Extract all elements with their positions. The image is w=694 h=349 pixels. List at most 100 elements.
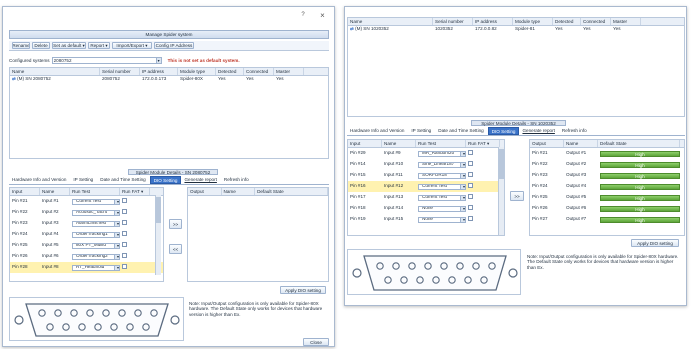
- table-row[interactable]: Pin #18 Input #14 None ▾: [348, 203, 504, 214]
- run-test-select[interactable]: None ▾: [418, 216, 466, 223]
- output-name-cell: Output #2: [566, 161, 587, 167]
- run-test-cell: None ▾: [416, 216, 466, 223]
- table-row[interactable]: ⇌ (M) SN 1020352 1020352 172.0.0.82 Spid…: [348, 26, 684, 33]
- tab-refresh-info[interactable]: Refresh info: [559, 127, 591, 135]
- close-icon[interactable]: ×: [318, 11, 327, 20]
- input-name-cell: Input #2: [42, 209, 59, 215]
- move-right-button[interactable]: >>: [169, 219, 182, 229]
- chevron-down-icon: ▾: [114, 199, 119, 204]
- run-test-select[interactable]: MR_Random20 ▾: [418, 150, 466, 157]
- run-test-select[interactable]: Acoustic_Tacht ▾: [72, 209, 120, 216]
- run-fat-checkbox[interactable]: [122, 230, 127, 236]
- set-default-menu[interactable]: Set as default ▾: [52, 42, 86, 49]
- table-row[interactable]: Pin #29 Input #9 MR_Random20 ▾: [348, 148, 504, 159]
- run-fat-checkbox[interactable]: [122, 208, 127, 214]
- table-row[interactable]: Pin #21 Output #1 High: [530, 148, 684, 159]
- help-button[interactable]: ?: [299, 12, 307, 20]
- tab-date-time[interactable]: Date and Time Setting: [97, 176, 149, 184]
- move-right-button[interactable]: >>: [510, 191, 524, 201]
- run-fat-checkbox[interactable]: [122, 252, 127, 258]
- table-row[interactable]: Pin #19 Input #15 None ▾: [348, 214, 504, 225]
- pin-cell: Pin #26: [12, 253, 28, 259]
- run-fat-checkbox[interactable]: [122, 219, 127, 225]
- run-test-select[interactable]: Sine_Linear187 ▾: [418, 161, 466, 168]
- run-test-select[interactable]: Current Test ▾: [418, 194, 466, 201]
- run-test-cell: Sine_Linear187 ▾: [416, 161, 466, 168]
- run-fat-checkbox[interactable]: [468, 215, 473, 221]
- apply-dio-button[interactable]: Apply DIO setting: [280, 286, 326, 294]
- input-table-scrollbar[interactable]: [498, 147, 504, 235]
- run-fat-checkbox[interactable]: [468, 204, 473, 210]
- run-test-value: Current Test: [422, 183, 447, 189]
- table-row[interactable]: Pin #15 Input #11 SORFOR18 ▾: [348, 170, 504, 181]
- report-menu[interactable]: Report ▾: [88, 42, 110, 49]
- run-fat-checkbox[interactable]: [468, 171, 473, 177]
- run-test-cell: 80X PT_Mullid ▾: [70, 242, 120, 249]
- table-row[interactable]: Pin #22 Input #2 Acoustic_Tacht ▾: [10, 207, 163, 218]
- table-row[interactable]: Pin #21 Input #1 Current Test ▾: [10, 196, 163, 207]
- tab-generate-report[interactable]: Generate report: [181, 176, 220, 184]
- table-row[interactable]: Pin #23 Output #3 High: [530, 170, 684, 181]
- tab-generate-report[interactable]: Generate report: [519, 127, 558, 135]
- tab-refresh-info[interactable]: Refresh info: [221, 176, 253, 184]
- table-row[interactable]: Pin #16 Input #12 Current Test ▾: [348, 181, 504, 192]
- tab-ip-setting[interactable]: IP Setting: [70, 176, 97, 184]
- run-test-select[interactable]: Current Test ▾: [72, 198, 120, 205]
- tab-dio-setting[interactable]: DIO Setting: [487, 127, 520, 135]
- table-row[interactable]: Pin #26 Input #6 OrderTracking2 ▾: [10, 251, 163, 262]
- close-button[interactable]: Close: [303, 338, 329, 346]
- table-row[interactable]: Pin #22 Output #2 High: [530, 159, 684, 170]
- run-test-select[interactable]: None ▾: [418, 205, 466, 212]
- delete-button[interactable]: Delete: [32, 42, 50, 49]
- run-fat-cell: [120, 208, 150, 217]
- move-left-button[interactable]: <<: [169, 244, 182, 254]
- rename-button[interactable]: Rename: [12, 42, 30, 49]
- table-row[interactable]: Pin #26 Output #6 High: [530, 203, 684, 214]
- tab-hardware-info[interactable]: Hardware Info and Version: [347, 127, 408, 135]
- pin-cell: Pin #18: [350, 205, 366, 211]
- default-state-toggle[interactable]: High: [600, 161, 680, 168]
- table-row[interactable]: Pin #25 Input #5 80X PT_Mullid ▾: [10, 240, 163, 251]
- run-test-select[interactable]: AlarmLimitTest ▾: [72, 220, 120, 227]
- run-test-select[interactable]: RT_Headhold ▾: [72, 264, 120, 271]
- table-row[interactable]: Pin #25 Output #5 High: [530, 192, 684, 203]
- run-fat-cell: [120, 219, 150, 228]
- default-state-toggle[interactable]: High: [600, 183, 680, 190]
- run-fat-checkbox[interactable]: [122, 241, 127, 247]
- default-state-toggle[interactable]: High: [600, 216, 680, 223]
- run-test-select[interactable]: OrderTracking2 ▾: [72, 253, 120, 260]
- run-fat-checkbox[interactable]: [468, 193, 473, 199]
- configured-systems-select[interactable]: 2080752 ▾: [51, 56, 162, 64]
- table-row[interactable]: Pin #17 Input #13 Current Test ▾: [348, 192, 504, 203]
- tab-date-time[interactable]: Date and Time Setting: [435, 127, 487, 135]
- run-fat-checkbox[interactable]: [122, 197, 127, 203]
- run-fat-checkbox[interactable]: [468, 182, 473, 188]
- table-row[interactable]: Pin #24 Input #4 OrderTracking1 ▾: [10, 229, 163, 240]
- apply-dio-button[interactable]: Apply DIO setting: [631, 239, 679, 247]
- default-state-toggle[interactable]: High: [600, 194, 680, 201]
- run-test-select[interactable]: OrderTracking1 ▾: [72, 231, 120, 238]
- systems-table-header: Name Serial number IP address Module typ…: [348, 18, 684, 26]
- config-ip-button[interactable]: Config IP Address: [154, 42, 194, 49]
- tab-dio-setting[interactable]: DIO Setting: [149, 176, 182, 184]
- tab-ip-setting[interactable]: IP Setting: [408, 127, 435, 135]
- table-row[interactable]: ⇌ (M) SN 2080752 2080752 172.0.0.173 Spi…: [10, 76, 328, 83]
- table-row[interactable]: Pin #27 Output #7 High: [530, 214, 684, 225]
- input-table-scrollbar[interactable]: [155, 195, 161, 275]
- run-test-select[interactable]: SORFOR18 ▾: [418, 172, 466, 179]
- run-test-select[interactable]: Current Test ▾: [418, 183, 466, 190]
- run-fat-checkbox[interactable]: [122, 263, 127, 269]
- table-row[interactable]: Pin #24 Output #4 High: [530, 181, 684, 192]
- default-state-toggle[interactable]: High: [600, 205, 680, 212]
- tab-hardware-info[interactable]: Hardware Info and Version: [9, 176, 70, 184]
- run-fat-checkbox[interactable]: [468, 160, 473, 166]
- table-row[interactable]: Pin #14 Input #10 Sine_Linear187 ▾: [348, 159, 504, 170]
- default-state-toggle[interactable]: High: [600, 150, 680, 157]
- table-row[interactable]: Pin #23 Input #3 AlarmLimitTest ▾: [10, 218, 163, 229]
- run-test-select[interactable]: 80X PT_Mullid ▾: [72, 242, 120, 249]
- run-fat-checkbox[interactable]: [468, 149, 473, 155]
- import-export-menu[interactable]: Import/Export ▾: [112, 42, 152, 49]
- table-row[interactable]: Pin #28 Input #8 RT_Headhold ▾: [10, 262, 163, 273]
- input-table: Input Name Run Test Run FAT ▾ Pin #29 Inp…: [347, 139, 505, 236]
- default-state-toggle[interactable]: High: [600, 172, 680, 179]
